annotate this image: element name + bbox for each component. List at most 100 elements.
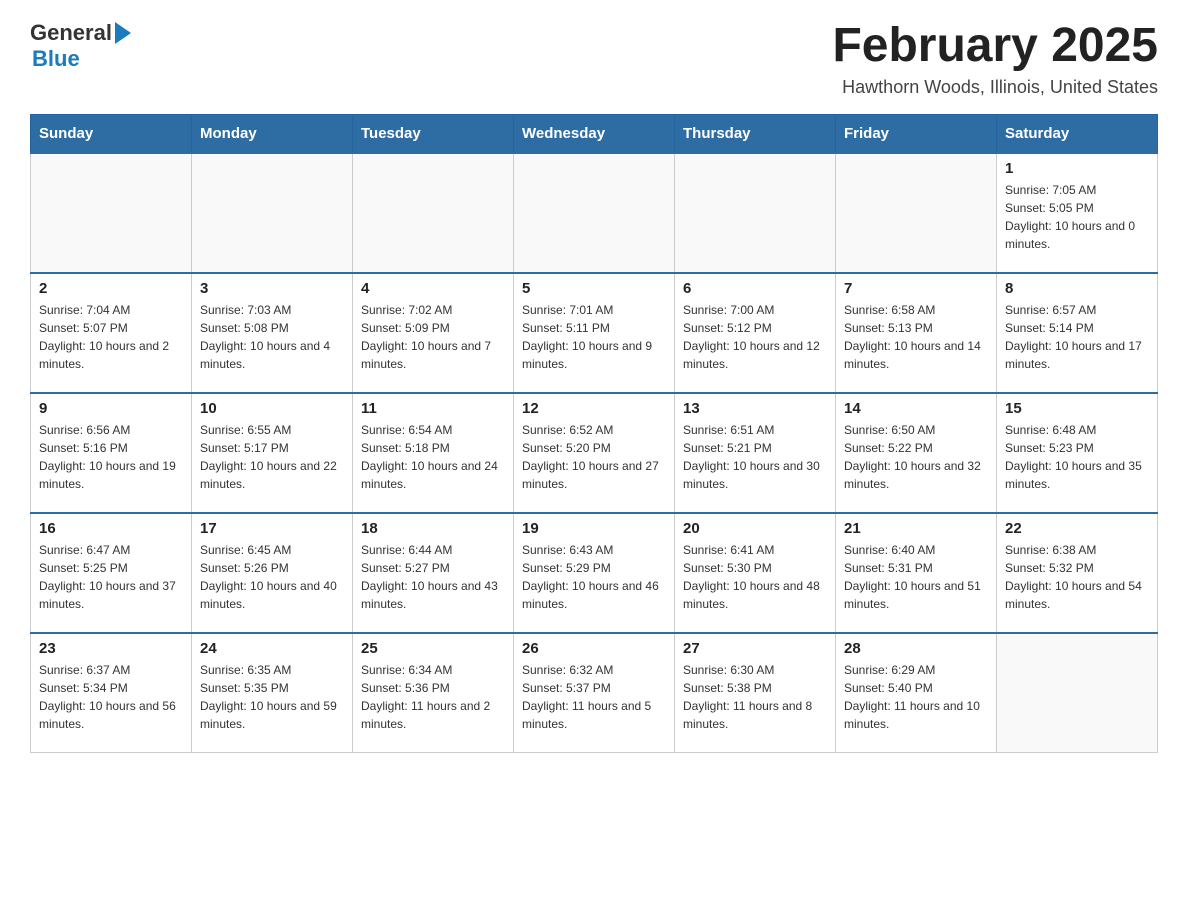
day-info: Sunrise: 6:45 AM Sunset: 5:26 PM Dayligh… [200, 541, 344, 613]
day-number: 27 [683, 640, 827, 657]
day-number: 23 [39, 640, 183, 657]
day-info: Sunrise: 6:35 AM Sunset: 5:35 PM Dayligh… [200, 661, 344, 733]
day-info: Sunrise: 6:55 AM Sunset: 5:17 PM Dayligh… [200, 421, 344, 493]
calendar-day-cell [997, 633, 1158, 753]
month-title: February 2025 [832, 20, 1158, 73]
day-number: 13 [683, 400, 827, 417]
day-number: 9 [39, 400, 183, 417]
calendar-day-cell: 22 Sunrise: 6:38 AM Sunset: 5:32 PM Dayli… [997, 513, 1158, 633]
calendar-day-cell: 11 Sunrise: 6:54 AM Sunset: 5:18 PM Dayli… [353, 393, 514, 513]
day-info: Sunrise: 6:37 AM Sunset: 5:34 PM Dayligh… [39, 661, 183, 733]
calendar-day-header: Monday [192, 114, 353, 153]
day-info: Sunrise: 6:41 AM Sunset: 5:30 PM Dayligh… [683, 541, 827, 613]
calendar-day-cell: 20 Sunrise: 6:41 AM Sunset: 5:30 PM Dayli… [675, 513, 836, 633]
day-number: 16 [39, 520, 183, 537]
calendar-day-cell: 16 Sunrise: 6:47 AM Sunset: 5:25 PM Dayli… [31, 513, 192, 633]
calendar-day-cell: 28Sunrise: 6:29 AM Sunset: 5:40 PM Dayli… [836, 633, 997, 753]
calendar-day-cell [353, 153, 514, 273]
day-number: 12 [522, 400, 666, 417]
day-number: 17 [200, 520, 344, 537]
calendar-day-header: Tuesday [353, 114, 514, 153]
day-number: 18 [361, 520, 505, 537]
day-info: Sunrise: 6:52 AM Sunset: 5:20 PM Dayligh… [522, 421, 666, 493]
day-info: Sunrise: 6:47 AM Sunset: 5:25 PM Dayligh… [39, 541, 183, 613]
title-section: February 2025 Hawthorn Woods, Illinois, … [832, 20, 1158, 98]
day-number: 7 [844, 280, 988, 297]
day-number: 2 [39, 280, 183, 297]
day-info: Sunrise: 6:56 AM Sunset: 5:16 PM Dayligh… [39, 421, 183, 493]
calendar-day-header: Thursday [675, 114, 836, 153]
day-info: Sunrise: 6:30 AM Sunset: 5:38 PM Dayligh… [683, 661, 827, 733]
day-info: Sunrise: 7:02 AM Sunset: 5:09 PM Dayligh… [361, 301, 505, 373]
day-info: Sunrise: 7:00 AM Sunset: 5:12 PM Dayligh… [683, 301, 827, 373]
calendar-day-header: Wednesday [514, 114, 675, 153]
day-number: 5 [522, 280, 666, 297]
day-info: Sunrise: 7:04 AM Sunset: 5:07 PM Dayligh… [39, 301, 183, 373]
day-number: 22 [1005, 520, 1149, 537]
day-number: 26 [522, 640, 666, 657]
day-number: 15 [1005, 400, 1149, 417]
day-info: Sunrise: 6:48 AM Sunset: 5:23 PM Dayligh… [1005, 421, 1149, 493]
day-info: Sunrise: 7:01 AM Sunset: 5:11 PM Dayligh… [522, 301, 666, 373]
day-info: Sunrise: 6:57 AM Sunset: 5:14 PM Dayligh… [1005, 301, 1149, 373]
calendar-day-cell [836, 153, 997, 273]
day-number: 10 [200, 400, 344, 417]
calendar-day-cell: 4 Sunrise: 7:02 AM Sunset: 5:09 PM Daylig… [353, 273, 514, 393]
calendar-day-header: Saturday [997, 114, 1158, 153]
calendar-day-header: Sunday [31, 114, 192, 153]
logo-arrow-icon [115, 22, 131, 44]
calendar-day-cell: 24 Sunrise: 6:35 AM Sunset: 5:35 PM Dayli… [192, 633, 353, 753]
calendar-day-cell: 14 Sunrise: 6:50 AM Sunset: 5:22 PM Dayli… [836, 393, 997, 513]
calendar-day-cell: 8 Sunrise: 6:57 AM Sunset: 5:14 PM Daylig… [997, 273, 1158, 393]
day-number: 3 [200, 280, 344, 297]
day-info: Sunrise: 6:50 AM Sunset: 5:22 PM Dayligh… [844, 421, 988, 493]
day-number: 4 [361, 280, 505, 297]
day-info: Sunrise: 6:38 AM Sunset: 5:32 PM Dayligh… [1005, 541, 1149, 613]
calendar-week-row: 1Sunrise: 7:05 AM Sunset: 5:05 PM Daylig… [31, 153, 1158, 273]
day-info: Sunrise: 7:03 AM Sunset: 5:08 PM Dayligh… [200, 301, 344, 373]
logo: General Blue [30, 20, 131, 72]
day-number: 19 [522, 520, 666, 537]
day-info: Sunrise: 6:32 AM Sunset: 5:37 PM Dayligh… [522, 661, 666, 733]
calendar-day-cell: 19 Sunrise: 6:43 AM Sunset: 5:29 PM Dayli… [514, 513, 675, 633]
day-number: 28 [844, 640, 988, 657]
day-info: Sunrise: 6:54 AM Sunset: 5:18 PM Dayligh… [361, 421, 505, 493]
calendar-day-cell: 17 Sunrise: 6:45 AM Sunset: 5:26 PM Dayli… [192, 513, 353, 633]
day-info: Sunrise: 6:58 AM Sunset: 5:13 PM Dayligh… [844, 301, 988, 373]
calendar-week-row: 9 Sunrise: 6:56 AM Sunset: 5:16 PM Daylig… [31, 393, 1158, 513]
calendar-day-cell: 27 Sunrise: 6:30 AM Sunset: 5:38 PM Dayli… [675, 633, 836, 753]
calendar-day-cell: 5 Sunrise: 7:01 AM Sunset: 5:11 PM Daylig… [514, 273, 675, 393]
calendar-day-cell: 6 Sunrise: 7:00 AM Sunset: 5:12 PM Daylig… [675, 273, 836, 393]
calendar-day-cell: 12 Sunrise: 6:52 AM Sunset: 5:20 PM Dayli… [514, 393, 675, 513]
day-number: 20 [683, 520, 827, 537]
calendar-day-cell [514, 153, 675, 273]
day-number: 14 [844, 400, 988, 417]
day-number: 25 [361, 640, 505, 657]
calendar-header-row: SundayMondayTuesdayWednesdayThursdayFrid… [31, 114, 1158, 153]
calendar-table: SundayMondayTuesdayWednesdayThursdayFrid… [30, 114, 1158, 754]
day-number: 8 [1005, 280, 1149, 297]
calendar-day-cell: 2 Sunrise: 7:04 AM Sunset: 5:07 PM Daylig… [31, 273, 192, 393]
calendar-week-row: 16 Sunrise: 6:47 AM Sunset: 5:25 PM Dayli… [31, 513, 1158, 633]
calendar-day-cell: 7 Sunrise: 6:58 AM Sunset: 5:13 PM Daylig… [836, 273, 997, 393]
day-info: Sunrise: 6:44 AM Sunset: 5:27 PM Dayligh… [361, 541, 505, 613]
location-subtitle: Hawthorn Woods, Illinois, United States [832, 77, 1158, 98]
calendar-day-cell [675, 153, 836, 273]
day-number: 11 [361, 400, 505, 417]
day-info: Sunrise: 6:43 AM Sunset: 5:29 PM Dayligh… [522, 541, 666, 613]
calendar-day-cell [31, 153, 192, 273]
calendar-day-cell: 3 Sunrise: 7:03 AM Sunset: 5:08 PM Daylig… [192, 273, 353, 393]
calendar-week-row: 2 Sunrise: 7:04 AM Sunset: 5:07 PM Daylig… [31, 273, 1158, 393]
calendar-day-cell: 10 Sunrise: 6:55 AM Sunset: 5:17 PM Dayli… [192, 393, 353, 513]
calendar-week-row: 23 Sunrise: 6:37 AM Sunset: 5:34 PM Dayli… [31, 633, 1158, 753]
calendar-day-cell: 26 Sunrise: 6:32 AM Sunset: 5:37 PM Dayli… [514, 633, 675, 753]
calendar-day-cell: 23 Sunrise: 6:37 AM Sunset: 5:34 PM Dayli… [31, 633, 192, 753]
day-number: 24 [200, 640, 344, 657]
day-info: Sunrise: 7:05 AM Sunset: 5:05 PM Dayligh… [1005, 181, 1149, 253]
page-header: General Blue February 2025 Hawthorn Wood… [30, 20, 1158, 98]
calendar-day-cell: 21Sunrise: 6:40 AM Sunset: 5:31 PM Dayli… [836, 513, 997, 633]
day-info: Sunrise: 6:51 AM Sunset: 5:21 PM Dayligh… [683, 421, 827, 493]
logo-blue-text: Blue [32, 46, 80, 72]
calendar-day-cell: 1Sunrise: 7:05 AM Sunset: 5:05 PM Daylig… [997, 153, 1158, 273]
day-number: 6 [683, 280, 827, 297]
